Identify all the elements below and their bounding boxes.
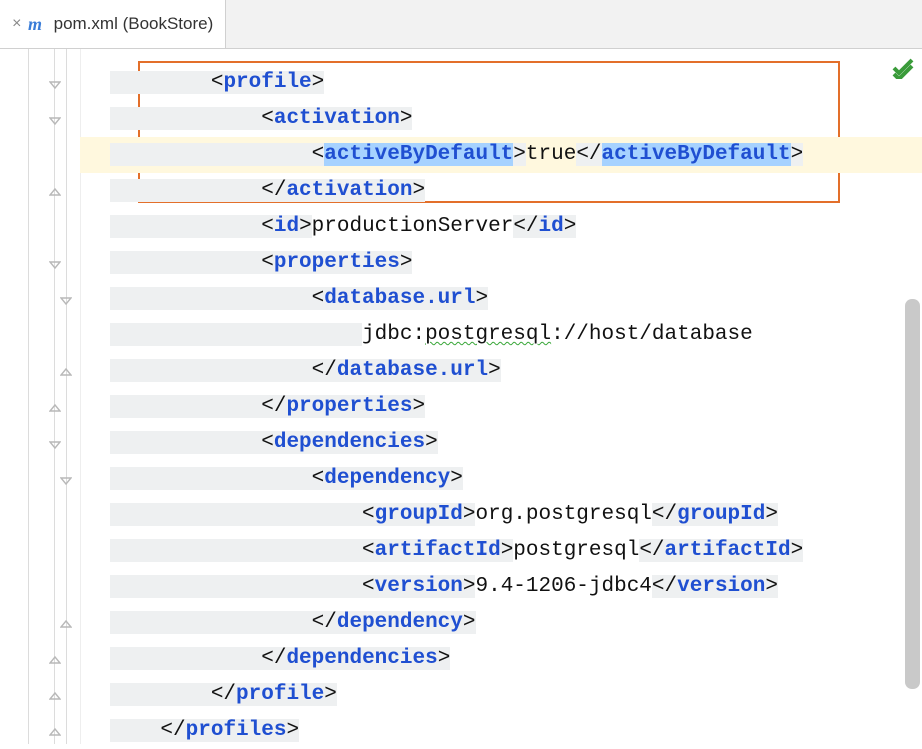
code-line[interactable]: <profile> (80, 65, 922, 101)
svg-text:m: m (28, 14, 42, 34)
fold-expand-icon[interactable] (49, 186, 61, 198)
tab-label: pom.xml (BookStore) (54, 14, 214, 34)
code-line[interactable]: <activation> (80, 101, 922, 137)
code-line[interactable]: </properties> (80, 389, 922, 425)
code-line[interactable]: <groupId>org.postgresql</groupId> (80, 497, 922, 533)
scrollbar[interactable] (905, 299, 920, 689)
code-line[interactable]: <id>productionServer</id> (80, 209, 922, 245)
fold-expand-icon[interactable] (49, 690, 61, 702)
code-line[interactable]: jdbc:postgresql://host/database (80, 317, 922, 353)
fold-collapse-icon[interactable] (49, 438, 61, 450)
gutter (0, 49, 80, 744)
fold-expand-icon[interactable] (60, 618, 72, 630)
editor[interactable]: <profile> <activation> <activeByDefault>… (0, 49, 922, 744)
tab-bar: × m pom.xml (BookStore) (0, 0, 922, 49)
fold-expand-icon[interactable] (49, 654, 61, 666)
code-line[interactable]: <database.url> (80, 281, 922, 317)
code-line[interactable]: <properties> (80, 245, 922, 281)
code-line[interactable]: </database.url> (80, 353, 922, 389)
close-icon[interactable]: × (12, 15, 22, 33)
tab-pom-xml[interactable]: × m pom.xml (BookStore) (0, 0, 226, 48)
code-line[interactable]: <artifactId>postgresql</artifactId> (80, 533, 922, 569)
code-line[interactable]: <version>9.4-1206-jdbc4</version> (80, 569, 922, 605)
code-line[interactable]: </dependencies> (80, 641, 922, 677)
maven-file-icon: m (28, 14, 48, 34)
code-line[interactable]: <dependency> (80, 461, 922, 497)
fold-collapse-icon[interactable] (60, 474, 72, 486)
fold-expand-icon[interactable] (49, 402, 61, 414)
fold-collapse-icon[interactable] (60, 294, 72, 306)
fold-expand-icon[interactable] (49, 726, 61, 738)
code-area[interactable]: <profile> <activation> <activeByDefault>… (80, 49, 922, 744)
code-line[interactable]: <activeByDefault>true</activeByDefault> (80, 137, 922, 173)
fold-collapse-icon[interactable] (49, 78, 61, 90)
fold-collapse-icon[interactable] (49, 114, 61, 126)
code-line[interactable]: </activation> (80, 173, 922, 209)
code-line[interactable]: </dependency> (80, 605, 922, 641)
fold-expand-icon[interactable] (60, 366, 72, 378)
code-line[interactable]: </profile> (80, 677, 922, 713)
code-line[interactable]: <dependencies> (80, 425, 922, 461)
fold-collapse-icon[interactable] (49, 258, 61, 270)
